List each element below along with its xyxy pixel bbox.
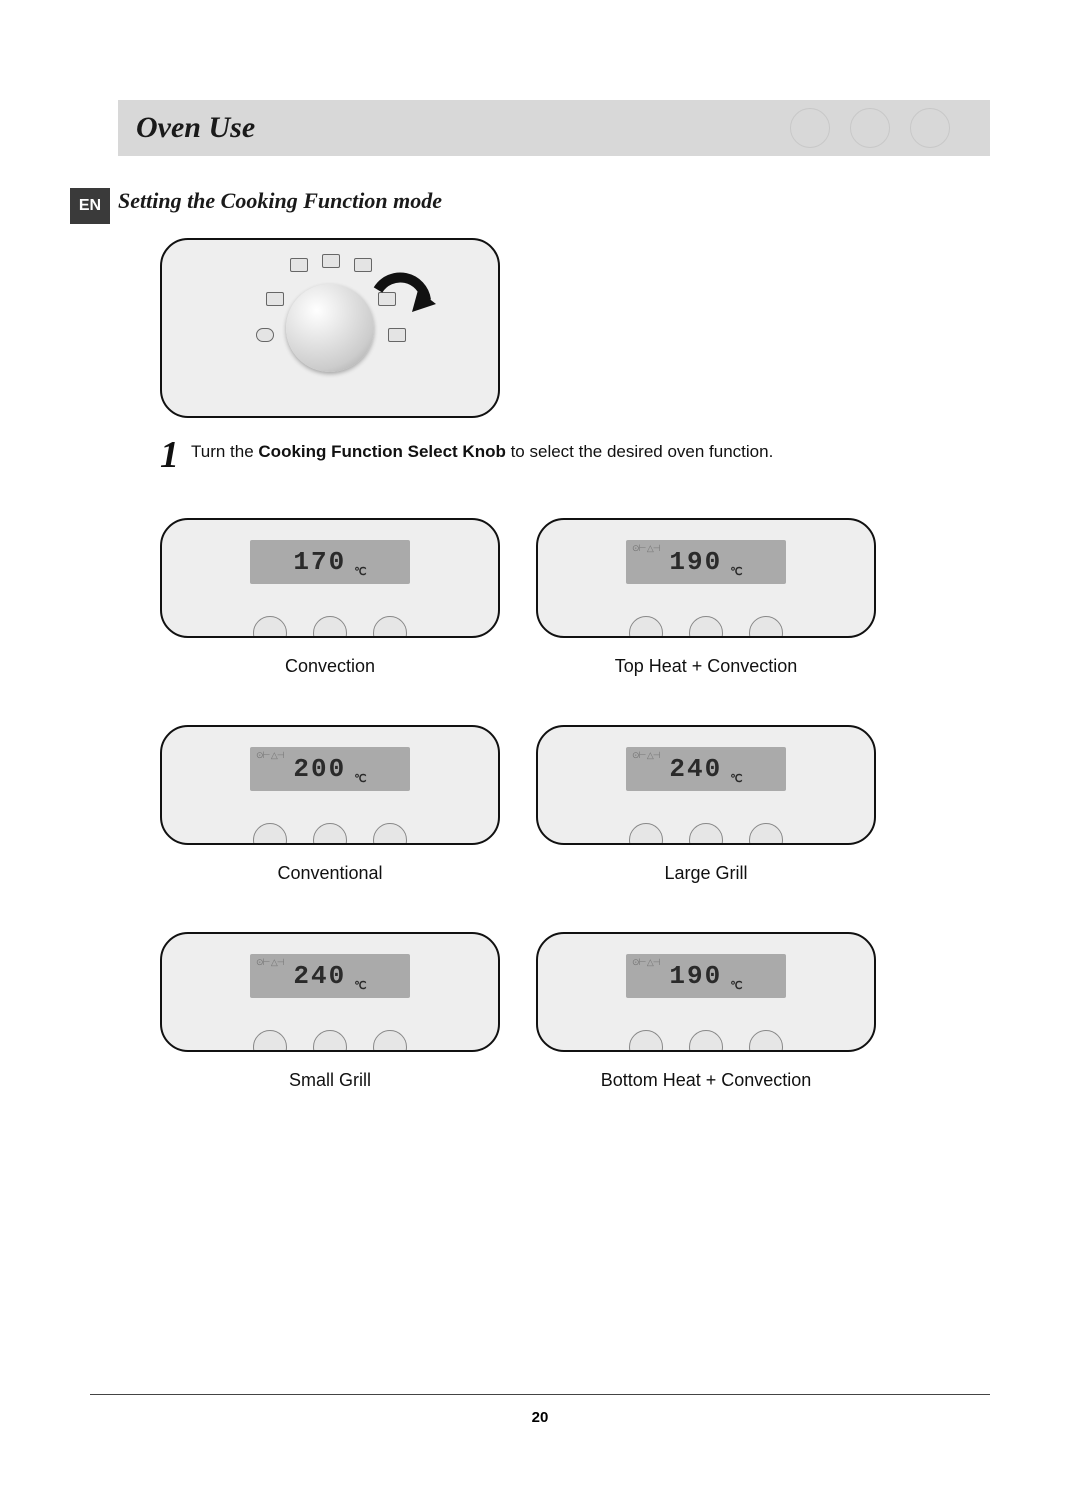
panel-button xyxy=(313,1030,347,1052)
panel-buttons xyxy=(253,823,407,845)
panel-button xyxy=(749,823,783,845)
panel-button xyxy=(313,616,347,638)
lcd-display: ⊙⊢ △⊣ 240 ℃ xyxy=(626,747,786,791)
display-panel: ⊙⊢ △⊣ 240 ℃ xyxy=(160,932,500,1052)
lcd-display: ⊙⊢ △⊣ 200 ℃ xyxy=(250,747,410,791)
lcd-unit: ℃ xyxy=(354,979,366,992)
panel-buttons xyxy=(253,1030,407,1052)
panel-button xyxy=(629,616,663,638)
panel-button xyxy=(253,616,287,638)
mode-cell: ⊙⊢ △⊣ 190 ℃ Bottom Heat + Convection xyxy=(536,932,876,1091)
panel-buttons xyxy=(629,1030,783,1052)
display-panel: 170 ℃ xyxy=(160,518,500,638)
panel-button xyxy=(689,823,723,845)
lcd-value: 170 xyxy=(293,547,346,577)
mode-label: Small Grill xyxy=(160,1070,500,1091)
lcd-display: 170 ℃ xyxy=(250,540,410,584)
mode-label: Convection xyxy=(160,656,500,677)
display-panel: ⊙⊢ △⊣ 190 ℃ xyxy=(536,518,876,638)
page-number: 20 xyxy=(532,1409,549,1426)
lcd-ghost-icons: ⊙⊢ △⊣ xyxy=(256,751,284,761)
function-select-knob xyxy=(286,284,374,372)
lcd-unit: ℃ xyxy=(354,565,366,578)
panel-button xyxy=(749,1030,783,1052)
panel-button xyxy=(373,616,407,638)
mode-label: Top Heat + Convection xyxy=(536,656,876,677)
step-1: 1 Turn the Cooking Function Select Knob … xyxy=(160,436,990,474)
mode-label: Conventional xyxy=(160,863,500,884)
panel-button xyxy=(373,823,407,845)
display-panel: ⊙⊢ △⊣ 190 ℃ xyxy=(536,932,876,1052)
panel-buttons xyxy=(629,616,783,638)
lcd-ghost-icons: ⊙⊢ △⊣ xyxy=(632,751,660,761)
title-bar: Oven Use xyxy=(118,100,990,156)
lcd-unit: ℃ xyxy=(730,772,742,785)
mode-cell: ⊙⊢ △⊣ 240 ℃ Large Grill xyxy=(536,725,876,884)
lcd-display: ⊙⊢ △⊣ 190 ℃ xyxy=(626,954,786,998)
panel-button xyxy=(689,1030,723,1052)
mode-grid: 170 ℃ Convection ⊙⊢ △⊣ 190 ℃ Top Heat + Convec… xyxy=(160,518,990,1091)
mode-label: Bottom Heat + Convection xyxy=(536,1070,876,1091)
lcd-value: 240 xyxy=(669,754,722,784)
panel-button xyxy=(373,1030,407,1052)
display-panel: ⊙⊢ △⊣ 200 ℃ xyxy=(160,725,500,845)
lcd-value: 200 xyxy=(293,754,346,784)
lcd-unit: ℃ xyxy=(730,979,742,992)
mode-cell: ⊙⊢ △⊣ 200 ℃ Conventional xyxy=(160,725,500,884)
lcd-value: 190 xyxy=(669,547,722,577)
page-footer: 20 xyxy=(90,1394,990,1426)
panel-buttons xyxy=(253,616,407,638)
lcd-display: ⊙⊢ △⊣ 190 ℃ xyxy=(626,540,786,584)
lcd-display: ⊙⊢ △⊣ 240 ℃ xyxy=(250,954,410,998)
lcd-unit: ℃ xyxy=(354,772,366,785)
rotate-arrow-icon xyxy=(368,260,438,330)
lcd-ghost-icons: ⊙⊢ △⊣ xyxy=(256,958,284,968)
lcd-value: 240 xyxy=(293,961,346,991)
lcd-value: 190 xyxy=(669,961,722,991)
mode-cell: ⊙⊢ △⊣ 190 ℃ Top Heat + Convection xyxy=(536,518,876,677)
language-badge: EN xyxy=(70,188,110,224)
step-number: 1 xyxy=(160,436,179,474)
panel-button xyxy=(629,823,663,845)
panel-button xyxy=(629,1030,663,1052)
panel-button xyxy=(689,616,723,638)
lcd-unit: ℃ xyxy=(730,565,742,578)
display-panel: ⊙⊢ △⊣ 240 ℃ xyxy=(536,725,876,845)
panel-button xyxy=(749,616,783,638)
mode-label: Large Grill xyxy=(536,863,876,884)
step-text: Turn the Cooking Function Select Knob to… xyxy=(191,436,773,462)
lcd-ghost-icons: ⊙⊢ △⊣ xyxy=(632,958,660,968)
panel-button xyxy=(253,823,287,845)
panel-button xyxy=(253,1030,287,1052)
panel-buttons xyxy=(629,823,783,845)
knob-panel-illustration xyxy=(160,238,500,418)
mode-cell: 170 ℃ Convection xyxy=(160,518,500,677)
decorative-art xyxy=(790,100,950,156)
panel-button xyxy=(313,823,347,845)
page-title: Oven Use xyxy=(136,111,255,145)
mode-cell: ⊙⊢ △⊣ 240 ℃ Small Grill xyxy=(160,932,500,1091)
lcd-ghost-icons: ⊙⊢ △⊣ xyxy=(632,544,660,554)
section-subtitle: Setting the Cooking Function mode xyxy=(118,188,990,214)
